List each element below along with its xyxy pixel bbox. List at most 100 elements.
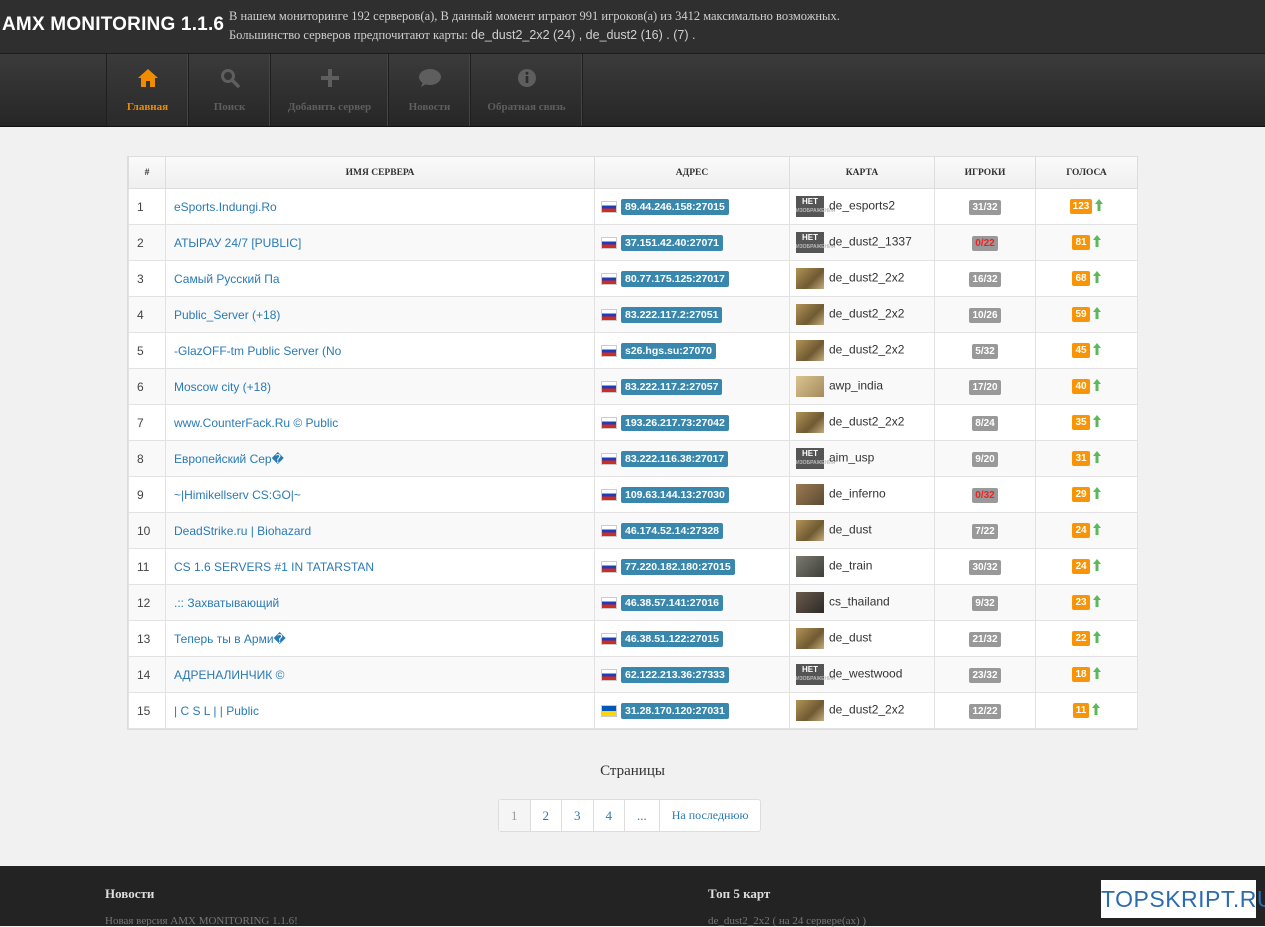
map-cell: de_dust2_2x2 [789,296,935,333]
vote-up-icon[interactable] [1092,523,1101,538]
server-address[interactable]: 89.44.246.158:27015 [621,198,729,215]
row-number: 6 [128,368,166,405]
page-link-4[interactable]: ... [625,800,660,831]
server-address[interactable]: 77.220.182.180:27015 [621,558,735,575]
vote-up-icon[interactable] [1092,235,1101,250]
column-header-votes[interactable]: ГОЛОСА [1035,157,1138,189]
server-name-cell: Европейский Сер� [165,440,595,477]
server-name-link[interactable]: CS 1.6 SERVERS #1 IN TATARSTAN [174,560,374,574]
nav-item-3[interactable]: Новости [389,54,471,126]
server-name-link[interactable]: Европейский Сер� [174,452,284,466]
server-address[interactable]: s26.hgs.su:27070 [621,342,716,359]
address-cell: 46.38.51.122:27015 [594,620,790,657]
server-name-link[interactable]: .:: Захватывающий [174,596,279,610]
server-address[interactable]: 46.38.57.141:27016 [621,594,724,611]
nav-item-1[interactable]: Поиск [189,54,271,126]
map-cell: de_dust [789,620,935,657]
server-address[interactable]: 83.222.116.38:27017 [621,450,729,467]
row-number: 1 [128,188,166,225]
page-link-last[interactable]: На последнюю [660,800,761,831]
votes-badge: 22 [1072,631,1090,647]
nav-item-4[interactable]: Обратная связь [471,54,583,126]
vote-up-icon[interactable] [1092,343,1101,358]
players-cell: 9/32 [934,584,1036,621]
server-name-link[interactable]: АТЫРАУ 24/7 [PUBLIC] [174,236,301,250]
nav-item-2[interactable]: Добавить сервер [271,54,389,126]
page-link-1[interactable]: 2 [531,800,562,831]
players-badge: 0/22 [972,235,998,251]
server-address[interactable]: 46.38.51.122:27015 [621,630,724,647]
server-name-link[interactable]: -GlazOFF-tm Public Server (No [174,344,341,358]
server-address[interactable]: 83.222.117.2:27057 [621,378,723,395]
server-name-link[interactable]: www.CounterFack.Ru © Public [174,416,338,430]
players-cell: 23/32 [934,656,1036,693]
server-name-link[interactable]: Теперь ты в Арми� [174,632,286,646]
row-number: 13 [128,620,166,657]
server-address[interactable]: 62.122.213.36:27333 [621,666,729,683]
server-address[interactable]: 46.174.52.14:27328 [621,522,724,539]
server-name-link[interactable]: Самый Русский Па [174,272,280,286]
vote-up-icon[interactable] [1092,415,1101,430]
site-brand[interactable]: AMX MONITORING 1.1.6 [2,14,224,36]
vote-up-icon[interactable] [1092,451,1101,466]
country-flag-icon [601,596,617,609]
map-cell: de_train [789,548,935,585]
address-cell: 80.77.175.125:27017 [594,260,790,297]
vote-up-icon[interactable] [1092,307,1101,322]
country-flag-icon [601,632,617,645]
map-thumbnail: НЕТ ИЗОБРАЖЕНИЯ [796,448,835,469]
server-address[interactable]: 37.151.42.40:27071 [621,234,724,251]
vote-up-icon[interactable] [1092,379,1101,394]
server-address[interactable]: 109.63.144.13:27030 [621,486,729,503]
server-name-link[interactable]: DeadStrike.ru | Biohazard [174,524,311,538]
column-header-address[interactable]: АДРЕС [594,157,790,189]
footer-news-text[interactable]: Новая версия AMX MONITORING 1.1.6! [105,915,298,927]
server-name-link[interactable]: АДРЕНАЛИНЧИК © [174,668,284,682]
players-badge: 23/32 [969,667,1001,683]
page-link-3[interactable]: 4 [594,800,625,831]
address-cell: 37.151.42.40:27071 [594,224,790,261]
vote-up-icon[interactable] [1092,487,1101,502]
map-cell: de_dust2_2x2 [789,260,935,297]
server-name-link[interactable]: eSports.Indungi.Ro [174,200,277,214]
map-name: de_dust2_2x2 [829,414,905,429]
table-row: 15 | C S L | | Public 31.28.170.120:27031 d… [128,692,1138,729]
address-cell: 83.222.117.2:27057 [594,368,790,405]
server-name-link[interactable]: Public_Server (+18) [174,308,280,322]
vote-up-icon[interactable] [1092,559,1101,574]
server-address[interactable]: 193.26.217.73:27042 [621,414,729,431]
server-name-link[interactable]: | C S L | | Public [174,704,259,718]
vote-up-icon[interactable] [1092,667,1101,682]
players-cell: 17/20 [934,368,1036,405]
page-link-2[interactable]: 3 [562,800,594,831]
votes-badge: 31 [1072,451,1090,467]
map-cell: НЕТ ИЗОБРАЖЕНИЯ de_esports2 [789,188,935,225]
server-address[interactable]: 31.28.170.120:27031 [621,702,729,719]
no-image-sublabel: ИЗОБРАЖЕНИЯ [796,676,836,682]
vote-up-icon[interactable] [1092,271,1101,286]
map-name: de_dust2_1337 [829,234,912,249]
server-name-cell: АДРЕНАЛИНЧИК © [165,656,595,693]
column-header-map[interactable]: КАРТА [789,157,935,189]
column-header-server-name[interactable]: ИМЯ СЕРВЕРА [165,157,595,189]
column-header-players[interactable]: ИГРОКИ [934,157,1036,189]
nav-menu: Главная Поиск Добавить сервер Новости Обратн… [106,54,583,126]
map-name: de_westwood [829,666,903,681]
footer-top-maps-text[interactable]: de_dust2_2x2 ( на 24 сервере(ах) ) [708,915,866,927]
server-name-link[interactable]: ~|Himikellserv CS:GO|~ [174,488,301,502]
votes-badge: 40 [1072,379,1090,395]
row-number: 4 [128,296,166,333]
nav-item-0[interactable]: Главная [107,54,189,126]
players-badge: 10/26 [969,307,1001,323]
vote-up-icon[interactable] [1092,703,1101,718]
vote-up-icon[interactable] [1092,595,1101,610]
server-name-link[interactable]: Moscow city (+18) [174,380,271,394]
votes-badge: 24 [1072,523,1090,539]
table-row: 10 DeadStrike.ru | Biohazard 46.174.52.14:… [128,512,1138,549]
vote-up-icon[interactable] [1095,199,1104,214]
server-address[interactable]: 83.222.117.2:27051 [621,306,723,323]
server-address[interactable]: 80.77.175.125:27017 [621,270,729,287]
page-link-0[interactable]: 1 [499,800,531,831]
vote-up-icon[interactable] [1092,631,1101,646]
plus-icon [318,66,342,90]
